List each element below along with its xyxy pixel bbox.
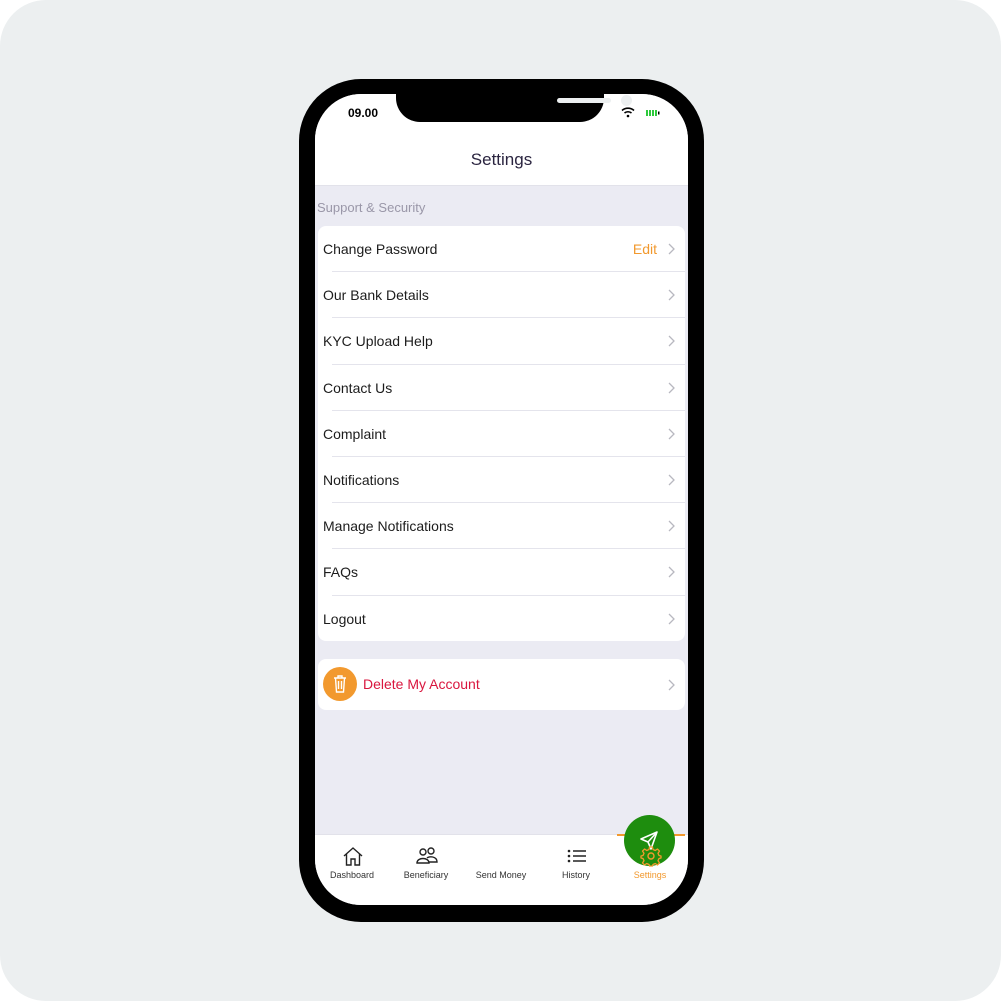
status-time: 09.00 [348,106,379,120]
notch [396,94,632,122]
bottom-tab-bar: Dashboard Beneficiary Send Money History… [315,815,688,905]
menu-item-label: KYC Upload Help [323,333,433,350]
menu-item-label: Notifications [323,472,400,489]
menu-item-contact-us[interactable]: Contact Us [318,365,685,411]
menu-item-kyc-upload-help[interactable]: KYC Upload Help [318,318,685,365]
menu-item-notifications[interactable]: Notifications [318,457,685,504]
menu-item-faqs[interactable]: FAQs [318,549,685,596]
gear-icon [640,846,662,867]
home-icon [343,847,363,866]
tab-label: Settings [633,870,667,880]
chevron-right-icon [668,613,675,625]
settings-menu: Change Password Edit Our Bank Details KY… [318,226,685,641]
trash-icon [323,667,357,701]
menu-item-label: Our Bank Details [323,287,429,304]
tab-label: Dashboard [329,870,375,880]
menu-item-label: Change Password [323,241,438,258]
chevron-right-icon [668,520,675,532]
edit-link[interactable]: Edit [633,241,657,257]
menu-item-manage-notifications[interactable]: Manage Notifications [318,503,685,550]
phone-screen: 09.00 Settings Support & Security Change… [315,94,688,905]
menu-item-label: FAQs [323,564,359,581]
tab-label: Send Money [475,870,527,880]
chevron-right-icon [668,679,675,690]
section-title: Support & Security [317,200,426,215]
menu-item-complaint[interactable]: Complaint [318,411,685,457]
menu-item-change-password[interactable]: Change Password Edit [318,226,685,273]
delete-account-label: Delete My Account [363,676,480,692]
list-icon [567,849,586,863]
menu-item-label: Complaint [323,425,387,442]
wifi-icon [621,107,635,118]
chevron-right-icon [668,336,675,347]
menu-item-logout[interactable]: Logout [318,596,685,642]
chevron-right-icon [668,289,675,301]
chevron-right-icon [668,382,675,394]
camera [621,95,632,106]
tab-beneficiary[interactable]: Beneficiary [389,835,463,885]
chevron-right-icon [668,428,675,440]
speaker [557,98,611,103]
chevron-right-icon [668,243,675,255]
tab-send-money[interactable]: Send Money [464,815,675,885]
menu-item-our-bank-details[interactable]: Our Bank Details [318,272,685,319]
page-title: Settings [470,150,533,169]
chevron-right-icon [668,474,675,486]
delete-account-button[interactable]: Delete My Account [318,659,685,710]
tab-label: Beneficiary [403,870,449,880]
menu-item-label: Contact Us [323,379,393,396]
tab-dashboard[interactable]: Dashboard [315,835,389,885]
status-bar: 09.00 [315,94,688,136]
menu-item-label: Manage Notifications [323,518,454,535]
menu-item-label: Logout [323,610,366,627]
battery-icon [646,110,660,116]
users-icon [416,847,438,864]
tab-label: History [561,870,590,880]
tab-settings[interactable]: Settings [613,835,687,885]
tab-history[interactable]: History [539,835,613,885]
header: Settings [315,136,688,186]
chevron-right-icon [668,566,675,578]
